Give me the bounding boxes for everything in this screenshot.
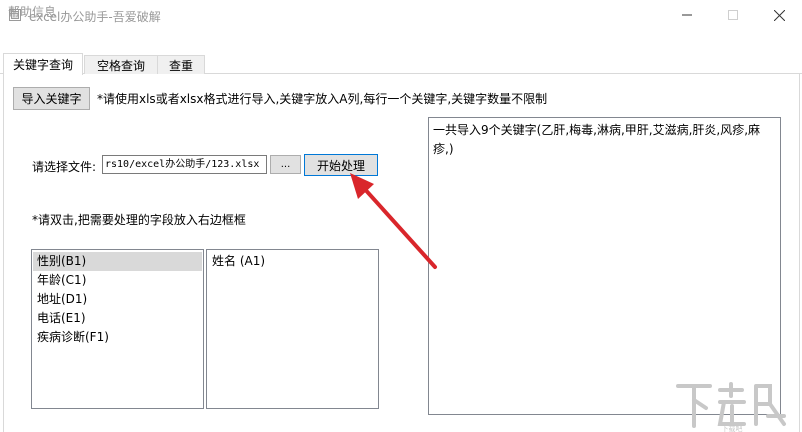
- available-fields-list[interactable]: 性别(B1) 年龄(C1) 地址(D1) 电话(E1) 疾病诊断(F1): [31, 249, 204, 409]
- watermark-text: 下载吧: [722, 424, 743, 432]
- watermark-logo: 下载吧: [676, 382, 786, 432]
- tab-space-query[interactable]: 空格查询: [84, 55, 158, 74]
- double-click-hint: *请双击,把需要处理的字段放入右边框框: [32, 213, 246, 227]
- tab-keyword-query[interactable]: 关键字查询: [3, 53, 83, 75]
- file-path-input[interactable]: rs10/excel办公助手/123.xlsx: [102, 155, 267, 174]
- list-item[interactable]: 性别(B1): [33, 252, 202, 271]
- result-textbox[interactable]: 一共导入9个关键字(乙肝,梅毒,淋病,甲肝,艾滋病,肝炎,风疹,麻疹,): [428, 117, 781, 415]
- menu-bar: [0, 32, 802, 52]
- close-icon: [773, 9, 785, 21]
- list-item[interactable]: 地址(D1): [33, 290, 202, 309]
- red-arrow-annotation: [350, 173, 437, 269]
- minimize-icon: [682, 14, 692, 16]
- maximize-button[interactable]: [710, 0, 756, 30]
- close-button[interactable]: [756, 0, 802, 30]
- menu-help[interactable]: 帮助信息: [8, 3, 56, 20]
- list-item[interactable]: 疾病诊断(F1): [33, 328, 202, 347]
- maximize-icon: [728, 10, 738, 20]
- list-item[interactable]: 年龄(C1): [33, 271, 202, 290]
- import-instruction: *请使用xls或者xlsx格式进行导入,关键字放入A列,每行一个关键字,关键字数…: [97, 92, 548, 106]
- file-label: 请选择文件:: [32, 160, 97, 174]
- browse-button[interactable]: ...: [270, 155, 301, 174]
- tab-duplicate-check[interactable]: 查重: [157, 55, 205, 74]
- list-item[interactable]: 电话(E1): [33, 309, 202, 328]
- minimize-button[interactable]: [664, 0, 710, 30]
- import-keyword-button[interactable]: 导入关键字: [13, 87, 90, 110]
